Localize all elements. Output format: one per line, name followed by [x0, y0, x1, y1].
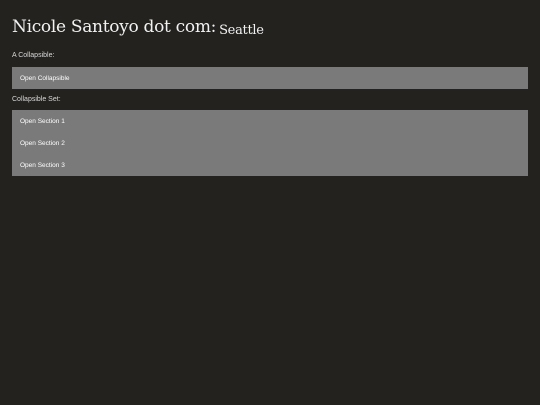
collapsible-set: Open Section 1 Open Section 2 Open Secti…	[12, 110, 528, 176]
page-title: Nicole Santoyo dot com: Seattle	[12, 17, 264, 38]
open-collapsible-button[interactable]: Open Collapsible	[12, 67, 528, 89]
open-section-3-button[interactable]: Open Section 3	[12, 154, 528, 176]
open-section-1-button[interactable]: Open Section 1	[12, 110, 528, 132]
collapsible: Open Collapsible	[12, 67, 528, 89]
collapsible-label: A Collapsible:	[12, 52, 55, 59]
open-section-2-button[interactable]: Open Section 2	[12, 132, 528, 154]
site-subtitle: Seattle	[219, 23, 264, 38]
collapsible-set-label: Collapsible Set:	[12, 96, 61, 103]
site-title: Nicole Santoyo dot com:	[12, 17, 217, 37]
